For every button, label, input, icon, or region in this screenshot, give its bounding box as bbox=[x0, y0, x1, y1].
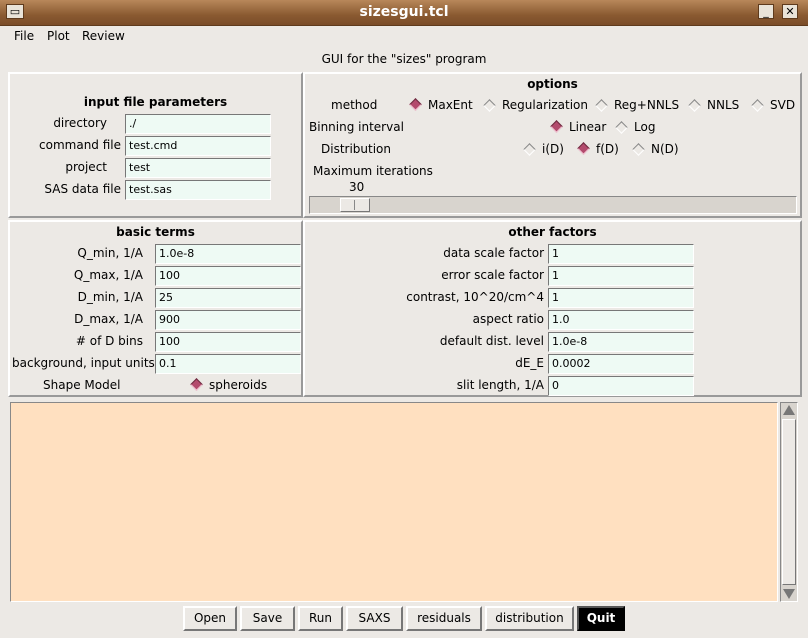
radio-spheroids[interactable] bbox=[190, 378, 203, 391]
console-scrollbar[interactable] bbox=[780, 402, 798, 602]
max-iterations-value: 30 bbox=[349, 180, 365, 194]
contrast-field[interactable]: 1 bbox=[548, 288, 694, 308]
radio-linear[interactable] bbox=[550, 120, 563, 133]
binning-label: Binning interval bbox=[309, 120, 404, 134]
open-button[interactable]: Open bbox=[183, 606, 237, 631]
background-field[interactable]: 0.1 bbox=[155, 354, 301, 374]
slider-thumb[interactable] bbox=[340, 198, 370, 212]
radio-log[interactable] bbox=[615, 121, 628, 134]
residuals-button[interactable]: residuals bbox=[406, 606, 482, 631]
de-e-field[interactable]: 0.0002 bbox=[548, 354, 694, 374]
qmax-label: Q_max, 1/A bbox=[73, 268, 143, 282]
error-scale-label: error scale factor bbox=[441, 268, 544, 282]
dbins-field[interactable]: 100 bbox=[155, 332, 301, 352]
shape-option-spheroids[interactable]: spheroids bbox=[209, 378, 267, 392]
basic-terms-title: basic terms bbox=[116, 225, 195, 239]
max-iterations-slider[interactable] bbox=[309, 196, 797, 214]
radio-maxent[interactable] bbox=[409, 98, 422, 111]
radio-fd[interactable] bbox=[577, 142, 590, 155]
max-iterations-label: Maximum iterations bbox=[313, 164, 433, 178]
command-file-field[interactable]: test.cmd bbox=[125, 136, 271, 156]
save-button[interactable]: Save bbox=[240, 606, 295, 631]
binning-option-linear[interactable]: Linear bbox=[569, 120, 606, 134]
binning-option-log[interactable]: Log bbox=[634, 120, 655, 134]
sas-file-field[interactable]: test.sas bbox=[125, 180, 271, 200]
page-caption: GUI for the "sizes" program bbox=[321, 52, 487, 66]
basic-terms-panel: basic terms Q_min, 1/A 1.0e-8 Q_max, 1/A… bbox=[8, 220, 303, 397]
quit-button[interactable]: Quit bbox=[577, 606, 625, 631]
qmin-label: Q_min, 1/A bbox=[77, 246, 143, 260]
dmax-field[interactable]: 900 bbox=[155, 310, 301, 330]
radio-nd[interactable] bbox=[632, 143, 645, 156]
radio-svd[interactable] bbox=[751, 99, 764, 112]
minimize-icon[interactable]: _ bbox=[758, 4, 774, 19]
project-field[interactable]: test bbox=[125, 158, 271, 178]
directory-label: directory bbox=[53, 116, 107, 130]
saxs-button[interactable]: SAXS bbox=[346, 606, 403, 631]
dmin-field[interactable]: 25 bbox=[155, 288, 301, 308]
contrast-label: contrast, 10^20/cm^4 bbox=[406, 290, 544, 304]
default-level-label: default dist. level bbox=[439, 334, 544, 348]
output-console[interactable] bbox=[10, 402, 778, 602]
method-option-nnls[interactable]: NNLS bbox=[707, 98, 739, 112]
slit-length-field[interactable]: 0 bbox=[548, 376, 694, 396]
sas-file-label: SAS data file bbox=[44, 182, 121, 196]
close-icon[interactable]: ✕ bbox=[782, 4, 798, 19]
project-label: project bbox=[65, 160, 107, 174]
input-panel-title: input file parameters bbox=[83, 95, 228, 109]
distribution-option-id[interactable]: i(D) bbox=[542, 142, 564, 156]
aspect-ratio-field[interactable]: 1.0 bbox=[548, 310, 694, 330]
qmin-field[interactable]: 1.0e-8 bbox=[155, 244, 301, 264]
dbins-label: # of D bins bbox=[75, 334, 143, 348]
command-file-label: command file bbox=[39, 138, 121, 152]
qmax-field[interactable]: 100 bbox=[155, 266, 301, 286]
input-file-panel: input file parameters directory ./ comma… bbox=[8, 72, 303, 218]
menu-review[interactable]: Review bbox=[82, 29, 125, 43]
menu-plot[interactable]: Plot bbox=[47, 29, 70, 43]
method-option-svd[interactable]: SVD bbox=[770, 98, 795, 112]
other-factors-panel: other factors data scale factor 1 error … bbox=[303, 220, 802, 397]
scroll-down-icon[interactable] bbox=[783, 589, 795, 599]
radio-reg-nnls[interactable] bbox=[595, 99, 608, 112]
other-factors-title: other factors bbox=[508, 225, 597, 239]
slit-length-label: slit length, 1/A bbox=[456, 378, 544, 392]
error-scale-field[interactable]: 1 bbox=[548, 266, 694, 286]
method-option-maxent[interactable]: MaxEnt bbox=[428, 98, 473, 112]
default-level-field[interactable]: 1.0e-8 bbox=[548, 332, 694, 352]
distribution-label: Distribution bbox=[321, 142, 392, 156]
method-label: method bbox=[331, 98, 378, 112]
radio-id[interactable] bbox=[523, 143, 536, 156]
window-titlebar[interactable]: ▭ sizesgui.tcl _ ✕ bbox=[0, 0, 808, 26]
distribution-option-fd[interactable]: f(D) bbox=[596, 142, 619, 156]
radio-regularization[interactable] bbox=[483, 99, 496, 112]
radio-nnls[interactable] bbox=[688, 99, 701, 112]
window-title: sizesgui.tcl bbox=[359, 4, 449, 20]
dmax-label: D_max, 1/A bbox=[74, 312, 143, 326]
shape-model-label: Shape Model bbox=[43, 378, 121, 392]
distribution-option-nd[interactable]: N(D) bbox=[651, 142, 679, 156]
method-option-reg-nnls[interactable]: Reg+NNLS bbox=[614, 98, 679, 112]
data-scale-field[interactable]: 1 bbox=[548, 244, 694, 264]
options-title: options bbox=[527, 77, 578, 91]
directory-field[interactable]: ./ bbox=[125, 114, 271, 134]
menubar: File Plot Review bbox=[6, 26, 802, 48]
menu-file[interactable]: File bbox=[14, 29, 34, 43]
scroll-thumb[interactable] bbox=[782, 419, 796, 585]
scroll-up-icon[interactable] bbox=[783, 405, 795, 415]
aspect-ratio-label: aspect ratio bbox=[472, 312, 544, 326]
distribution-button[interactable]: distribution bbox=[485, 606, 574, 631]
de-e-label: dE_E bbox=[515, 356, 544, 370]
method-option-regularization[interactable]: Regularization bbox=[502, 98, 588, 112]
dmin-label: D_min, 1/A bbox=[77, 290, 143, 304]
run-button[interactable]: Run bbox=[298, 606, 343, 631]
data-scale-label: data scale factor bbox=[443, 246, 544, 260]
background-label: background, input units bbox=[12, 356, 155, 370]
